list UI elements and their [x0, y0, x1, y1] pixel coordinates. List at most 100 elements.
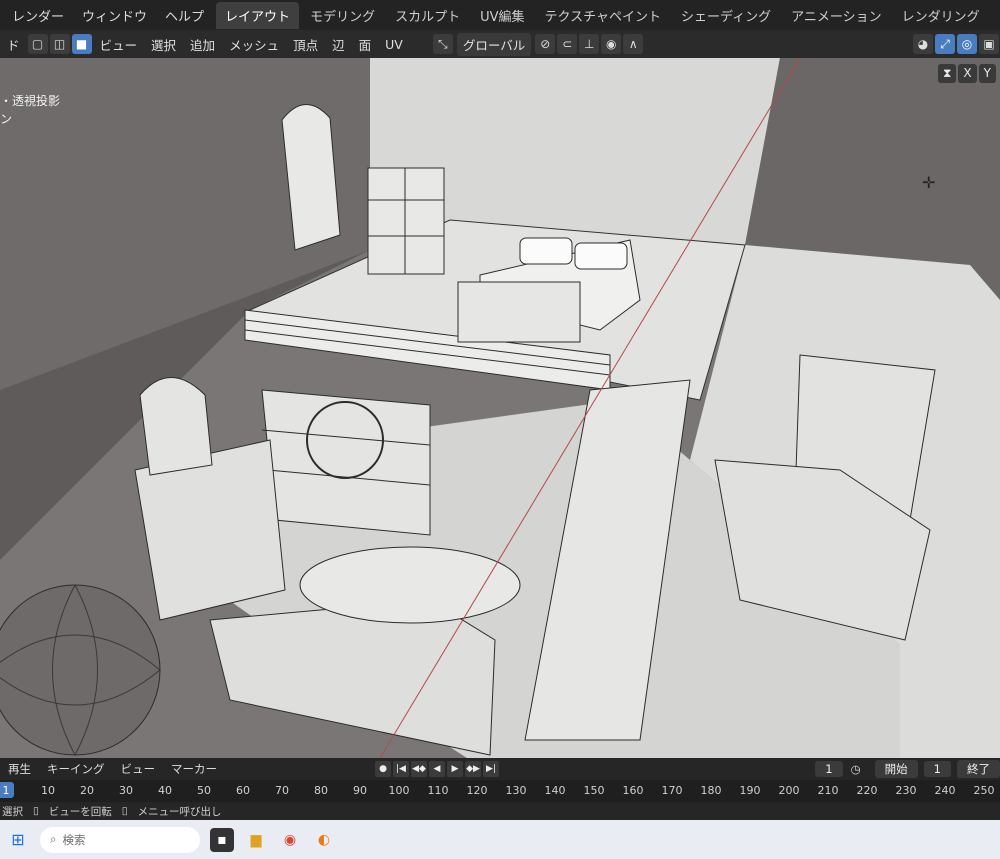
- task-view-icon[interactable]: ▪: [210, 827, 234, 852]
- 3d-viewport[interactable]: ✛ ・透視投影 ン ⧗ X Y: [0, 58, 1000, 758]
- tick: 50: [197, 784, 211, 797]
- menu-marker[interactable]: マーカー: [163, 761, 225, 777]
- tick: 20: [80, 784, 94, 797]
- menu-view[interactable]: ビュー: [93, 32, 145, 57]
- mode-selector[interactable]: ド: [0, 32, 27, 57]
- menu-playback[interactable]: 再生: [0, 761, 39, 777]
- axis-x-button[interactable]: X: [958, 64, 977, 83]
- menu-keying[interactable]: キーイング: [39, 761, 113, 777]
- svg-text:✛: ✛: [922, 173, 935, 192]
- menu-help[interactable]: ヘルプ: [157, 2, 212, 29]
- view-perspective-label: ・透視投影 ン: [0, 94, 61, 126]
- prev-key-icon[interactable]: ◀◆: [411, 761, 427, 777]
- taskbar-search[interactable]: ⌕ 検索: [40, 826, 200, 853]
- toggle-xray-icon[interactable]: ⧗: [937, 64, 957, 83]
- falloff-icon[interactable]: ∧: [623, 34, 644, 54]
- tick: 10: [41, 784, 55, 797]
- tab-animation[interactable]: アニメーション: [782, 2, 890, 29]
- tick: 120: [466, 784, 488, 797]
- tick: 60: [236, 784, 250, 797]
- tab-texture-paint[interactable]: テクスチャペイント: [536, 2, 670, 29]
- tick: 220: [856, 784, 878, 797]
- status-bar: 選択 ▯ ビューを回転 ▯ メニュー呼び出し: [0, 802, 1000, 820]
- menu-select[interactable]: 選択: [144, 32, 183, 57]
- transform-orientation-dropdown[interactable]: グローバル: [456, 32, 532, 56]
- tick: 200: [778, 784, 800, 797]
- jump-start-icon[interactable]: |◀: [393, 761, 409, 777]
- menu-timeline-view[interactable]: ビュー: [113, 761, 164, 777]
- tab-compositing[interactable]: コンポジティング: [991, 2, 1000, 29]
- menu-face[interactable]: 面: [352, 32, 379, 57]
- mouse-right-icon: ▯: [121, 805, 128, 817]
- start-frame-label: 開始: [874, 760, 918, 778]
- tick: 180: [700, 784, 722, 797]
- tick: 240: [934, 784, 956, 797]
- status-select-hint: 選択: [2, 805, 23, 818]
- tick: 100: [388, 784, 410, 797]
- frame-ruler[interactable]: 1 10 20 30 40 50 60 70 80 90 100 110 120…: [0, 780, 1000, 802]
- tick: 160: [622, 784, 644, 797]
- viewport-header: ド ▢ ◫ ■ ビュー 選択 追加 メッシュ 頂点 辺 面 UV ⤡ グローバル…: [0, 30, 1000, 58]
- tick: 140: [544, 784, 566, 797]
- status-menu-hint: メニュー呼び出し: [137, 805, 222, 818]
- axis-y-button[interactable]: Y: [978, 64, 996, 83]
- menu-render[interactable]: レンダー: [4, 2, 72, 29]
- play-reverse-icon[interactable]: ◀: [429, 761, 445, 777]
- tab-shading[interactable]: シェーディング: [672, 2, 780, 29]
- tick: 130: [505, 784, 527, 797]
- blender-icon[interactable]: ◐: [312, 828, 336, 852]
- jump-end-icon[interactable]: ▶|: [483, 761, 499, 777]
- tick: 90: [353, 784, 367, 797]
- overlay-icon[interactable]: ◎: [957, 34, 977, 54]
- playback-controls: ● |◀ ◀◆ ◀ ▶ ◆▶ ▶|: [375, 761, 499, 777]
- mouse-middle-icon: ▯: [33, 805, 39, 817]
- current-frame-field[interactable]: 1: [815, 761, 843, 777]
- menu-mesh[interactable]: メッシュ: [222, 32, 286, 57]
- scene-render: ✛: [0, 58, 1000, 758]
- start-frame-field[interactable]: 1: [923, 761, 951, 777]
- record-icon[interactable]: ●: [375, 761, 391, 777]
- axis-buttons: ⧗ X Y: [937, 64, 996, 83]
- menu-add[interactable]: 追加: [183, 32, 222, 57]
- menu-vertex[interactable]: 頂点: [286, 32, 325, 57]
- tick: 110: [427, 784, 449, 797]
- next-key-icon[interactable]: ◆▶: [465, 761, 481, 777]
- current-frame-marker[interactable]: 1: [0, 782, 14, 798]
- tick: 170: [661, 784, 683, 797]
- tick: 190: [739, 784, 761, 797]
- tick: 150: [583, 784, 605, 797]
- end-frame-label: 終了: [957, 760, 1000, 778]
- select-box-icon[interactable]: ▢: [27, 34, 48, 54]
- file-explorer-icon[interactable]: ▆: [244, 828, 268, 852]
- tick: 30: [119, 784, 133, 797]
- chrome-icon[interactable]: ◉: [278, 828, 302, 852]
- tab-modeling[interactable]: モデリング: [301, 2, 384, 29]
- tab-uv-editing[interactable]: UV編集: [471, 2, 533, 29]
- transform-orientation-icon: ⤡: [432, 34, 453, 54]
- play-icon[interactable]: ▶: [447, 761, 463, 777]
- tab-layout[interactable]: レイアウト: [216, 1, 300, 29]
- select-mode-face-icon[interactable]: ■: [71, 34, 92, 54]
- proportional-edit-icon[interactable]: ◉: [601, 34, 622, 54]
- xray-icon[interactable]: ▣: [979, 34, 999, 54]
- menu-uv[interactable]: UV: [378, 34, 410, 55]
- os-taskbar: ⊞ ⌕ 検索 ▪ ▆ ◉ ◐: [0, 820, 1000, 859]
- menu-edge[interactable]: 辺: [325, 32, 352, 57]
- snap-icon[interactable]: ⊂: [557, 34, 578, 54]
- tick: 250: [973, 784, 995, 797]
- gizmo-icon[interactable]: ⤢: [935, 34, 955, 54]
- tick: 230: [895, 784, 917, 797]
- snap-increment-icon[interactable]: ⊥: [579, 34, 600, 54]
- clock-icon: ◷: [850, 762, 861, 776]
- tick: 80: [314, 784, 328, 797]
- search-icon: ⌕: [50, 832, 57, 846]
- tab-sculpt[interactable]: スカルプト: [386, 2, 469, 29]
- menu-window[interactable]: ウィンドウ: [74, 2, 155, 29]
- search-placeholder: 検索: [62, 832, 86, 847]
- tab-rendering[interactable]: レンダリング: [893, 2, 989, 29]
- visibility-icon[interactable]: ◕: [913, 34, 933, 54]
- workspace-bar: レンダー ウィンドウ ヘルプ レイアウト モデリング スカルプト UV編集 テク…: [0, 0, 1000, 30]
- select-lasso-icon[interactable]: ◫: [49, 34, 70, 54]
- windows-start-icon[interactable]: ⊞: [6, 828, 30, 852]
- pivot-icon[interactable]: ⊘: [535, 34, 556, 54]
